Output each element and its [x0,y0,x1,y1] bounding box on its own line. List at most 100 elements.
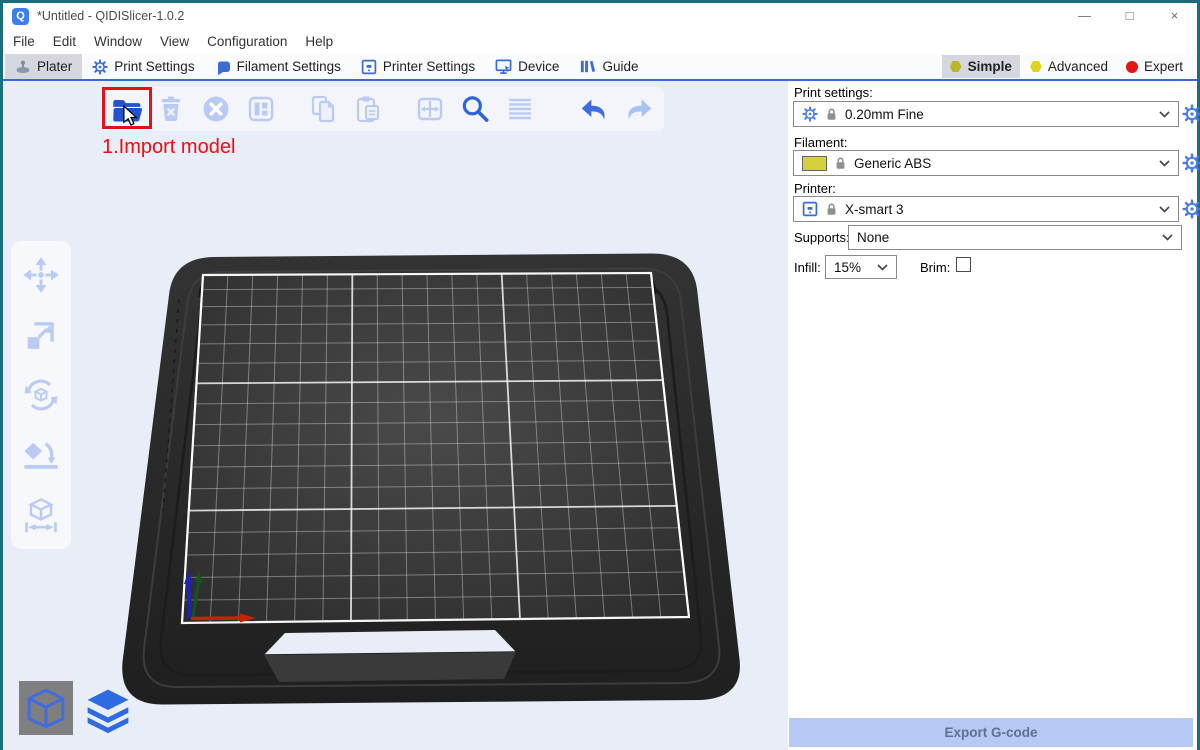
lock-icon [825,202,838,217]
mode-simple[interactable]: Simple [942,55,1020,78]
viewport-3d[interactable]: 1.Import model [3,81,788,750]
export-gcode-button[interactable]: Export G-code [789,718,1193,747]
chevron-down-icon [1159,206,1170,213]
tab-device-label: Device [518,59,559,74]
tab-bar: Plater Print Settings Filament Settings … [3,54,1197,81]
lock-icon [825,107,838,122]
undo-icon [577,92,611,126]
menu-help[interactable]: Help [296,29,342,54]
print-bed [3,81,788,750]
menu-view[interactable]: View [151,29,198,54]
infill-label: Infill: [794,260,821,275]
copy-button[interactable] [304,90,342,128]
menu-configuration[interactable]: Configuration [198,29,296,54]
infill-value: 15% [834,260,861,275]
printer-icon [361,59,377,75]
filament-combo[interactable]: Generic ABS [793,150,1179,176]
tab-printer-settings[interactable]: Printer Settings [351,54,485,79]
brim-label: Brim: [920,260,950,275]
advanced-mode-icon [1030,61,1042,73]
printer-gear-button[interactable] [1182,199,1200,219]
layers-icon [83,685,133,735]
cube-icon [22,684,70,732]
window-title: *Untitled - QIDISlicer-1.0.2 [37,9,184,23]
redo-icon [622,92,656,126]
layer-lines-icon [504,93,536,125]
chevron-down-icon [1159,160,1170,167]
split-to-objects-button[interactable] [411,90,449,128]
maximize-button[interactable]: □ [1107,3,1152,29]
supports-value: None [857,230,889,245]
search-icon [458,92,492,126]
layers-preview-button[interactable] [81,683,135,737]
copy-icon [307,93,339,125]
split-icon [414,93,446,125]
variable-layer-height-button[interactable] [501,90,539,128]
supports-combo[interactable]: None [848,225,1182,250]
minimize-button[interactable]: — [1062,3,1107,29]
plater-icon [15,59,31,75]
paste-button[interactable] [349,90,387,128]
print-settings-label: Print settings: [794,85,873,100]
monitor-icon [495,58,512,75]
printer-label: Printer: [794,181,836,196]
mode-simple-label: Simple [968,59,1012,74]
filament-gear-button[interactable] [1182,153,1200,173]
print-settings-gear-button[interactable] [1182,104,1200,124]
3d-editor-view-button[interactable] [19,681,73,735]
tab-filament-settings[interactable]: Filament Settings [205,54,351,79]
plater-toolbar [101,87,664,131]
mode-switcher: Simple Advanced Expert [942,55,1191,78]
tab-plater[interactable]: Plater [5,54,82,79]
redo-button[interactable] [620,90,658,128]
import-model-button[interactable] [107,90,145,128]
tab-print-settings-label: Print Settings [114,59,194,74]
mode-expert[interactable]: Expert [1118,55,1191,78]
place-on-face-icon[interactable] [21,435,61,475]
tab-device[interactable]: Device [485,54,569,79]
mode-advanced[interactable]: Advanced [1022,55,1116,78]
filament-color-swatch [802,156,827,171]
measure-icon[interactable] [21,495,61,535]
chevron-down-icon [1159,111,1170,118]
delete-all-button[interactable] [197,90,235,128]
tab-guide-label: Guide [602,59,638,74]
tab-printer-settings-label: Printer Settings [383,59,475,74]
arrange-icon [245,93,277,125]
printer-combo[interactable]: X-smart 3 [793,196,1179,222]
mouse-cursor [122,105,141,128]
delete-button[interactable] [152,90,190,128]
brim-checkbox[interactable] [956,257,971,272]
menu-bar: File Edit Window View Configuration Help [3,29,1197,54]
close-button[interactable]: × [1152,3,1197,29]
paste-icon [352,93,384,125]
delete-all-icon [200,93,232,125]
chevron-down-icon [1162,234,1173,241]
scale-icon[interactable] [21,315,61,355]
mode-advanced-label: Advanced [1048,59,1108,74]
app-icon: Q [12,8,29,25]
filament-value: Generic ABS [854,156,931,171]
infill-combo[interactable]: 15% [825,255,897,279]
filament-label: Filament: [794,135,847,150]
move-icon[interactable] [21,255,61,295]
menu-edit[interactable]: Edit [44,29,85,54]
rotate-icon[interactable] [21,375,61,415]
books-icon [579,58,596,75]
tab-guide[interactable]: Guide [569,54,648,79]
search-button[interactable] [456,90,494,128]
mode-expert-label: Expert [1144,59,1183,74]
undo-button[interactable] [575,90,613,128]
gear-icon [802,106,818,122]
tab-plater-label: Plater [37,59,72,74]
arrange-button[interactable] [242,90,280,128]
print-settings-combo[interactable]: 0.20mm Fine [793,101,1179,127]
trash-icon [155,93,187,125]
gizmo-toolbar [11,241,71,549]
tab-filament-settings-label: Filament Settings [237,59,341,74]
annotation-import-model: 1.Import model [102,136,235,159]
expert-mode-icon [1126,61,1138,73]
menu-window[interactable]: Window [85,29,151,54]
menu-file[interactable]: File [4,29,44,54]
tab-print-settings[interactable]: Print Settings [82,54,204,79]
